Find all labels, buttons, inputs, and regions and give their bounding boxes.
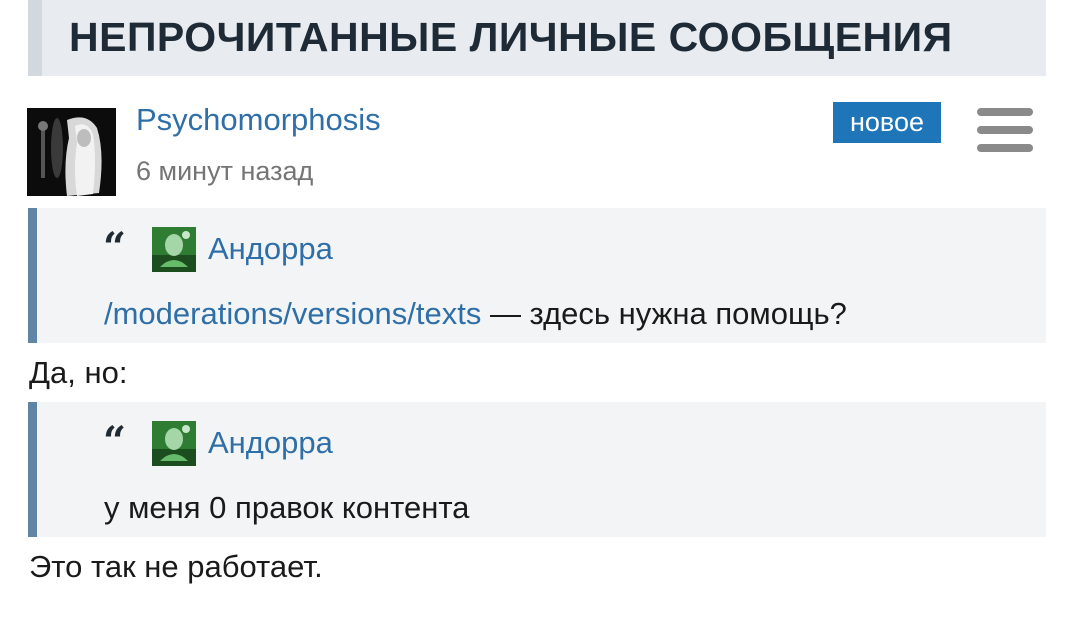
quote-author-avatar[interactable] <box>152 421 196 466</box>
quote-text: у меня 0 правок контента <box>104 490 470 525</box>
quote-marks-icon: “ <box>103 418 127 465</box>
quote-text: /moderations/versions/texts — здесь нужн… <box>104 296 847 332</box>
quote-text-rest: — здесь нужна помощь? <box>481 296 847 331</box>
hamburger-menu-icon[interactable] <box>974 106 1036 154</box>
reply-text-1: Да, но: <box>29 355 128 390</box>
reply-text-2: Это так не работает. <box>29 549 323 584</box>
quote-bar <box>28 402 37 537</box>
quote-bar <box>28 208 37 343</box>
page-title: НЕПРОЧИТАННЫЕ ЛИЧНЫЕ СООБЩЕНИЯ <box>69 14 953 60</box>
header-accent-bar <box>28 0 42 76</box>
quote-block-1: “ Андорра /moderations/versions/texts — … <box>28 208 1046 343</box>
author-name-link[interactable]: Psychomorphosis <box>136 102 381 138</box>
quote-link[interactable]: /moderations/versions/texts <box>104 296 481 331</box>
quote-author-link[interactable]: Андорра <box>208 231 333 267</box>
quote-author-link[interactable]: Андорра <box>208 425 333 461</box>
quote-marks-icon: “ <box>103 224 127 271</box>
author-avatar[interactable] <box>27 108 116 196</box>
quote-author-avatar[interactable] <box>152 227 196 272</box>
quote-block-2: “ Андорра у меня 0 правок контента <box>28 402 1046 537</box>
message-timestamp: 6 минут назад <box>136 156 314 186</box>
page-header: НЕПРОЧИТАННЫЕ ЛИЧНЫЕ СООБЩЕНИЯ <box>28 0 1046 76</box>
new-badge: новое <box>833 102 941 143</box>
